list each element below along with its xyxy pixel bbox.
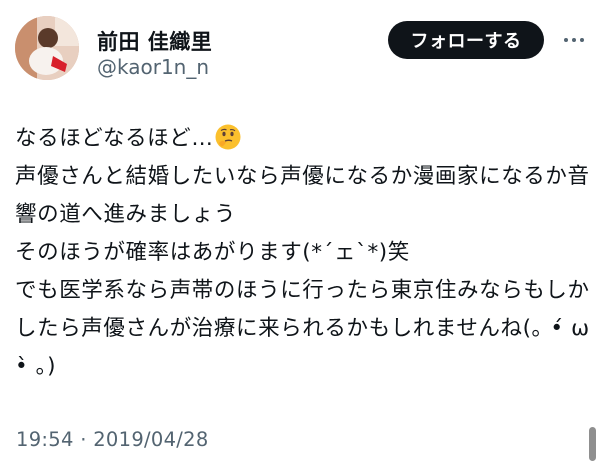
- timestamp-date: 2019/04/28: [93, 428, 209, 451]
- display-name[interactable]: 前田 佳織里: [97, 26, 212, 56]
- timestamp-time: 19:54: [16, 428, 74, 451]
- thinking-face-emoji-icon: [215, 124, 241, 150]
- more-horizontal-icon[interactable]: [562, 30, 586, 50]
- tweet-text-rest: 声優さんと結婚したいなら声優になるか漫画家になるか音響の道へ進みましょう そのほ…: [15, 164, 590, 379]
- scrollbar-thumb[interactable]: [589, 427, 596, 461]
- avatar[interactable]: [15, 16, 79, 80]
- tweet-card: 前田 佳織里 @kaor1n_n フォローする なるほどなるほど… 声優さんと結…: [0, 0, 600, 461]
- tweet-text: なるほどなるほど… 声優さんと結婚したいなら声優になるか漫画家になるか音響の道へ…: [15, 120, 590, 386]
- tweet-line-1: なるほどなるほど…: [15, 126, 214, 151]
- avatar-image: [15, 16, 79, 80]
- user-handle[interactable]: @kaor1n_n: [97, 55, 209, 79]
- timestamp-separator: ·: [73, 428, 94, 451]
- follow-button[interactable]: フォローする: [388, 21, 544, 59]
- timestamp[interactable]: 19:54 · 2019/04/28: [16, 428, 209, 451]
